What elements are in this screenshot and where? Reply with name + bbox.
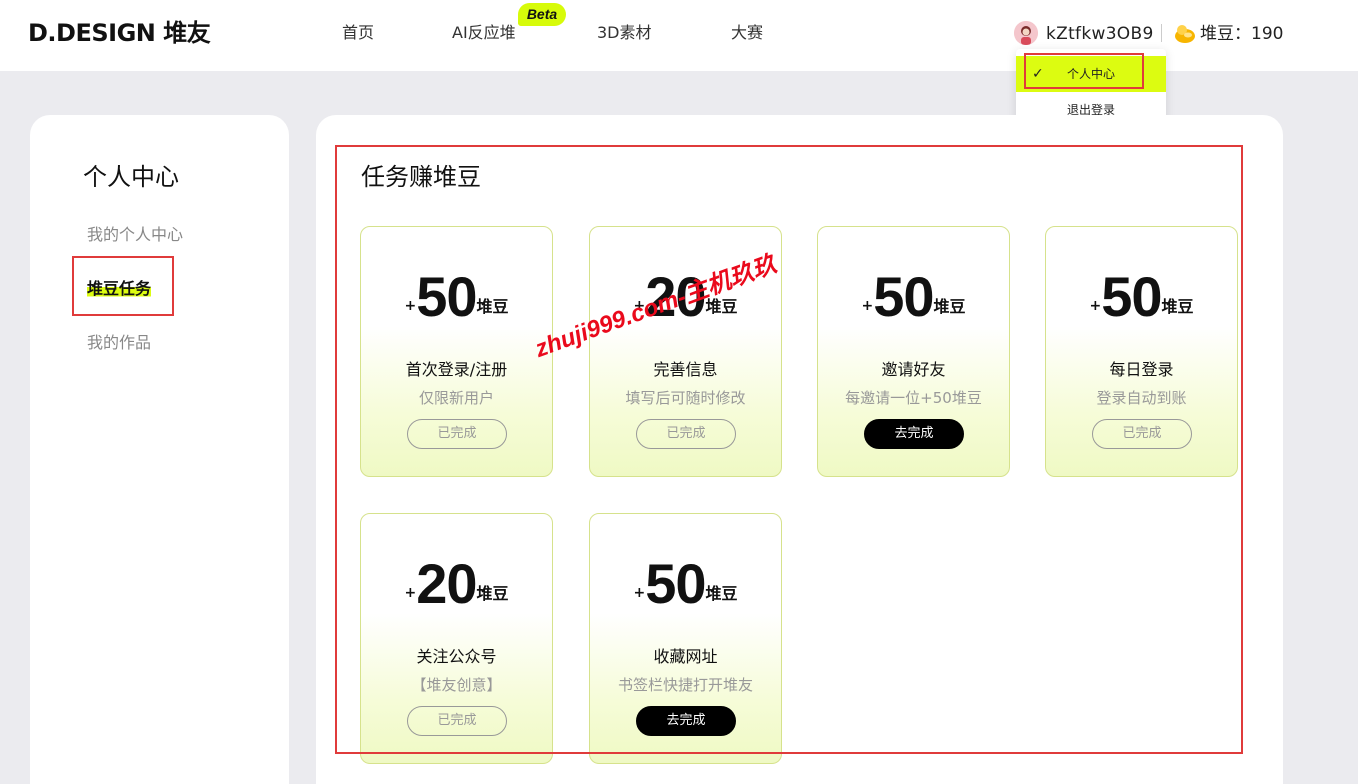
sidebar-item-my-works[interactable]: 我的作品 [87, 332, 151, 354]
logo[interactable]: D.DESIGN 堆友 [28, 18, 211, 48]
header-divider [1161, 24, 1162, 42]
nav-home[interactable]: 首页 [342, 22, 374, 44]
nav-ai-reactor[interactable]: AI反应堆 [452, 22, 516, 44]
annotation-box-main [335, 145, 1243, 754]
nav-3d-assets[interactable]: 3D素材 [597, 22, 652, 44]
menu-item-label: 个人中心 [1066, 67, 1115, 81]
sidebar-item-my-center[interactable]: 我的个人中心 [87, 224, 183, 246]
bean-icon [1173, 22, 1197, 44]
menu-item-personal-center[interactable]: ✓ 个人中心 [1016, 56, 1166, 92]
annotation-box-sidebar [72, 256, 174, 316]
bean-balance: 堆豆：190 [1200, 24, 1284, 44]
beta-badge: Beta [518, 3, 566, 26]
avatar[interactable] [1014, 21, 1038, 45]
nav-contest[interactable]: 大赛 [731, 22, 763, 44]
sidebar [30, 115, 289, 784]
check-icon: ✓ [1032, 66, 1044, 82]
sidebar-title: 个人中心 [83, 163, 179, 191]
username[interactable]: kZtfkw3OB9 [1046, 22, 1154, 46]
